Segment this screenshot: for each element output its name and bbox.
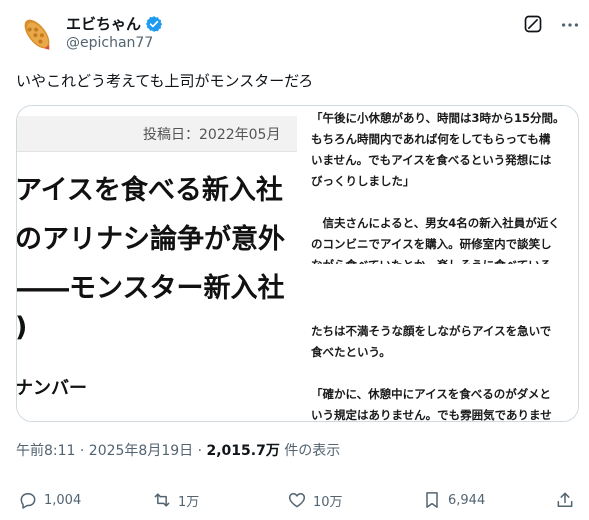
verified-badge-icon[interactable] [145,15,163,33]
tweet-timestamp[interactable]: 午前8:11 · 2025年8月19日 · [16,443,207,459]
view-count-label: 件の表示 [279,443,341,459]
like-button[interactable]: 10万 [287,490,343,510]
article-text-line [311,363,573,384]
grok-icon[interactable] [523,14,543,34]
bookmark-icon [426,492,438,508]
reply-button[interactable]: 1,004 [18,490,81,510]
article-text-line: のコンビニでアイスを購入。研修室内で談笑し [311,237,552,251]
retweet-count: 1万 [178,494,200,510]
article-text-line: いう規定はありません。でも雰囲気でありませ [311,408,552,421]
article-text-line: いません。でもアイスを食べるという発想には [311,153,552,167]
tweet-media: 投稿日：2022年05月 アイスを食べる新入社 のアリナシ論争が意外 ――モンス… [16,105,579,422]
media-image-left[interactable]: 投稿日：2022年05月 アイスを食べる新入社 のアリナシ論争が意外 ――モンス… [17,106,297,421]
article-headline-line: アイスを食べる新入社 [17,175,283,206]
shrimp-tempura-avatar-icon [24,19,50,50]
article-headline-line: ) [17,312,27,343]
article-post-date-bar: 投稿日：2022年05月 [17,116,297,152]
view-count: 2,015.7万 [206,443,280,459]
share-button[interactable] [555,490,575,510]
article-quote-top: 「午後に小休憩があり、時間は3時から15分間。 もちろん時間内であれば何をしても… [311,106,573,264]
article-text-line: 「午後に小休憩があり、時間は3時から15分間。 [311,111,565,125]
article-headline-line: のアリナシ論争が意外 [17,224,285,255]
article-text-line: たちは不満そうな顔をしながらアイスを急いで [311,324,552,338]
article-text-line: もちろん時間内であれば何をしてもらっても構 [311,132,551,146]
article-byline: ナンバー [17,378,87,399]
reply-icon [20,493,36,509]
article-text-line: 「確かに、休憩中にアイスを食べるのがダメと [311,387,551,401]
author-handle[interactable]: @epichan77 [66,35,153,51]
article-text-line: びっくりしました」 [311,174,415,188]
retweet-button[interactable]: 1万 [152,490,199,510]
article-text-line: 食べたという。 [311,345,391,359]
avatar[interactable] [17,14,57,54]
article-headline-line: ――モンスター新入社 [17,273,285,304]
article-text-line: ながら食べていたとか。楽しそうに食べている [311,255,573,264]
tweet-meta: 午前8:11 · 2025年8月19日 · 2,015.7万 件の表示 [16,440,340,460]
reply-count: 1,004 [44,492,82,508]
media-image-right[interactable]: たちは不満そうな顔をしながらアイスを急いで 食べたという。 「確かに、休憩中にア… [299,106,578,421]
more-icon[interactable] [559,14,581,36]
article-post-date: 投稿日：2022年05月 [143,127,281,143]
heart-icon [288,493,306,508]
bookmark-button[interactable]: 6,944 [422,490,485,510]
bookmark-count: 6,944 [448,492,486,508]
like-count: 10万 [313,494,343,510]
article-quote-bottom: たちは不満そうな顔をしながらアイスを急いで 食べたという。 「確かに、休憩中にア… [311,321,573,421]
article-text-line [311,192,573,213]
author-name-row: エビちゃん [66,13,163,34]
article-text-line: 信夫さんによると、男女4名の新入社員が近く [311,216,560,230]
tweet-text: いやこれどう考えても上司がモンスターだろ [16,72,314,90]
author-display-name[interactable]: エビちゃん [66,13,141,34]
share-icon [557,492,573,507]
tweet-actions: 1,004 1万 10万 6,944 [0,480,589,520]
retweet-icon [154,493,170,507]
